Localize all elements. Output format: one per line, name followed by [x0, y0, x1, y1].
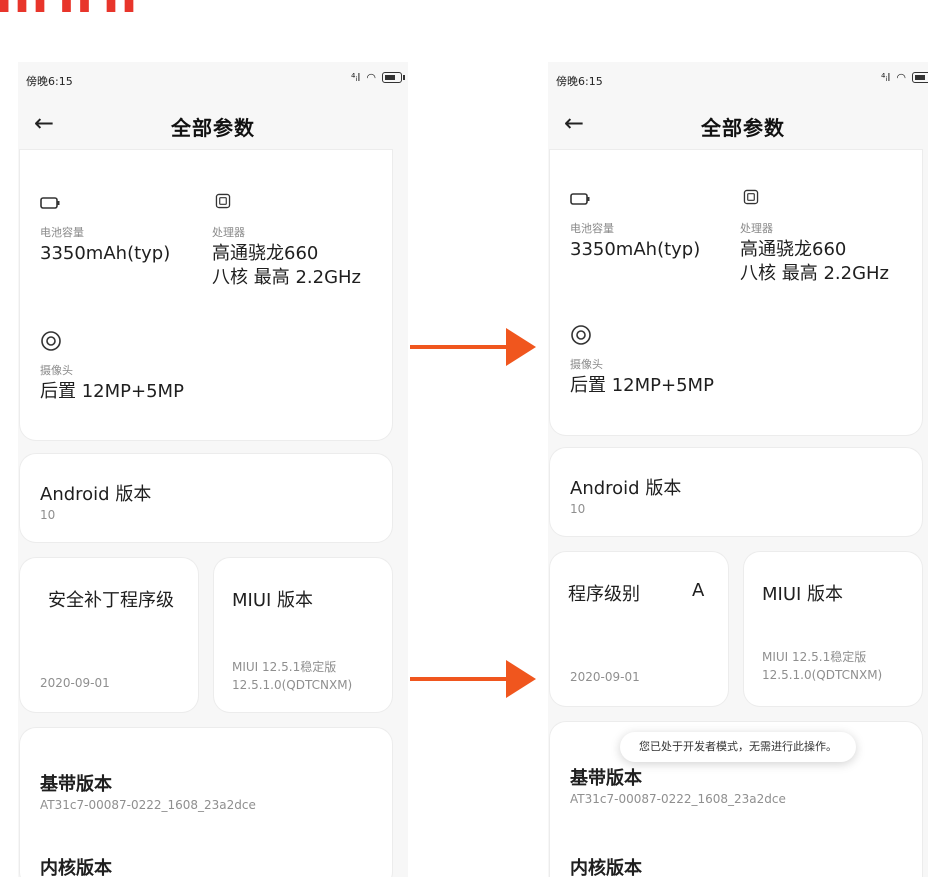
camera-icon	[571, 325, 591, 345]
android-version-title: Android 版本	[40, 484, 152, 505]
baseband-kernel-card: 基带版本 AT31c7-00087-0222_1608_23a2dce 内核版本	[20, 728, 392, 877]
spec-card: 电池容量 3350mAh(typ) 处理器 高通骁龙660 八核 最高 2.2G…	[20, 150, 392, 440]
battery-value: 3350mAh(typ)	[570, 239, 701, 260]
android-version-value: 10	[40, 508, 56, 522]
miui-version-line2: 12.5.1.0(QDTCNXM)	[232, 678, 353, 692]
processor-label: 处理器	[740, 222, 773, 235]
developer-mode-toast: 您已处于开发者模式，无需进行此操作。	[620, 732, 856, 762]
phone-screen-after: 傍晚6:15 ⁴ᵢl ◠ ← 全部参数 电池容量 3350mAh(typ) 处理…	[548, 62, 928, 877]
processor-value-line1: 高通骁龙660	[212, 243, 319, 264]
battery-icon	[40, 197, 60, 209]
camera-value: 后置 12MP+5MP	[40, 381, 184, 402]
android-version-title: Android 版本	[570, 478, 682, 499]
camera-value: 后置 12MP+5MP	[570, 375, 714, 396]
security-patch-value: 2020-09-01	[570, 670, 640, 684]
battery-status-icon	[382, 72, 405, 83]
miui-version-card[interactable]: MIUI 版本 MIUI 12.5.1稳定版 12.5.1.0(QDTCNXM)	[744, 552, 922, 706]
spec-card: 电池容量 3350mAh(typ) 处理器 高通骁龙660 八核 最高 2.2G…	[550, 150, 922, 435]
camera-label: 摄像头	[40, 364, 73, 377]
page-title: 全部参数	[701, 116, 785, 140]
top-caption-strip: ▌▌▌ ▌▌ ▌▌	[0, 0, 300, 12]
processor-value-line2: 八核 最高 2.2GHz	[212, 267, 362, 288]
status-time: 傍晚6:15	[26, 75, 73, 88]
processor-label: 处理器	[212, 226, 245, 239]
miui-version-title: MIUI 版本	[232, 590, 314, 611]
nav-bar: ← 全部参数	[18, 100, 408, 148]
status-icons: ⁴ᵢl ◠	[881, 71, 928, 84]
status-bar: 傍晚6:15 ⁴ᵢl ◠	[18, 62, 408, 96]
baseband-value: AT31c7-00087-0222_1608_23a2dce	[570, 792, 786, 806]
page-title: 全部参数	[171, 116, 255, 140]
security-patch-card[interactable]: 安全补丁程序级 2020-09-01	[20, 558, 198, 712]
battery-status-icon	[912, 72, 928, 83]
security-patch-card[interactable]: 程序级别 A 2020-09-01	[550, 552, 728, 706]
android-version-card[interactable]: Android 版本 10	[20, 454, 392, 542]
status-time: 傍晚6:15	[556, 75, 603, 88]
processor-icon	[215, 193, 231, 209]
status-icons: ⁴ᵢl ◠	[350, 71, 405, 84]
arrow-right-icon	[410, 660, 536, 698]
security-patch-value: 2020-09-01	[40, 676, 110, 690]
camera-icon	[41, 331, 61, 351]
miui-version-card[interactable]: MIUI 版本 MIUI 12.5.1稳定版 12.5.1.0(QDTCNXM)	[214, 558, 392, 712]
miui-version-title: MIUI 版本	[762, 584, 844, 605]
top-caption-fragment: ▌▌▌ ▌▌ ▌▌	[0, 0, 143, 12]
security-patch-title: 安全补丁程序级	[48, 590, 174, 611]
signal-icon: ⁴ᵢl	[350, 71, 361, 84]
miui-version-line1: MIUI 12.5.1稳定版	[232, 660, 337, 674]
kernel-title: 内核版本	[40, 858, 112, 877]
phone-screen-before: 傍晚6:15 ⁴ᵢl ◠ ← 全部参数 电池容量 3350mAh(typ) 处理…	[18, 62, 408, 877]
security-patch-title-tail: A	[692, 580, 705, 601]
battery-label: 电池容量	[40, 226, 84, 239]
wifi-icon: ◠	[366, 71, 376, 84]
android-version-value: 10	[570, 502, 586, 516]
baseband-value: AT31c7-00087-0222_1608_23a2dce	[40, 798, 256, 812]
processor-value-line1: 高通骁龙660	[740, 239, 847, 260]
processor-value-line2: 八核 最高 2.2GHz	[740, 263, 890, 284]
miui-version-line2: 12.5.1.0(QDTCNXM)	[762, 668, 883, 682]
miui-version-line1: MIUI 12.5.1稳定版	[762, 650, 867, 664]
security-patch-title: 程序级别	[568, 584, 640, 605]
baseband-title: 基带版本	[40, 774, 112, 795]
battery-value: 3350mAh(typ)	[40, 243, 171, 264]
kernel-title: 内核版本	[570, 858, 642, 877]
processor-icon	[743, 189, 759, 205]
camera-label: 摄像头	[570, 358, 603, 371]
nav-bar: ← 全部参数	[548, 100, 928, 148]
wifi-icon: ◠	[896, 71, 906, 84]
status-bar: 傍晚6:15 ⁴ᵢl ◠	[548, 62, 928, 96]
battery-label: 电池容量	[570, 222, 614, 235]
battery-icon	[570, 193, 590, 205]
arrow-right-icon	[410, 328, 536, 366]
signal-icon: ⁴ᵢl	[880, 71, 891, 84]
baseband-title: 基带版本	[570, 768, 642, 789]
baseband-kernel-card: 您已处于开发者模式，无需进行此操作。 基带版本 AT31c7-00087-022…	[550, 722, 922, 877]
android-version-card[interactable]: Android 版本 10	[550, 448, 922, 536]
